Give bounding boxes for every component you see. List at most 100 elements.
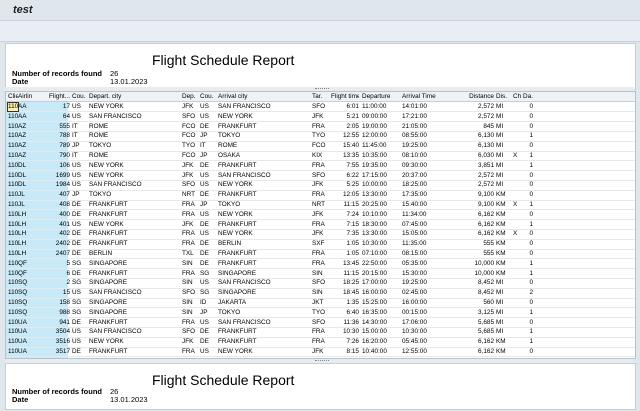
cell-depart-city[interactable]: ROME (89, 123, 181, 131)
cell-arrival-city[interactable]: FRANKFURT (218, 221, 310, 229)
cell-dist-unit[interactable]: MI (496, 113, 513, 121)
cell-arrival-city[interactable]: FRANKFURT (218, 338, 310, 346)
cell-flight-time[interactable]: 10:30 (331, 328, 359, 336)
cell-charter[interactable]: X (513, 230, 521, 238)
cell-dep-airport[interactable]: FRA (182, 270, 200, 278)
cell-depart-city[interactable]: SINGAPORE (89, 309, 181, 317)
cell-depart-city[interactable]: BERLIN (89, 250, 181, 258)
cell-country-from[interactable]: IT (72, 123, 85, 131)
cell-dep-airport[interactable]: JFK (182, 103, 200, 111)
cell-departure[interactable]: 11:45:00 (362, 142, 400, 150)
cell-country-to[interactable]: US (200, 113, 217, 121)
cell-flight-time[interactable]: 12:55 (331, 132, 359, 140)
cell-flight-time[interactable]: 7:24 (331, 211, 359, 219)
cell-country-from[interactable]: DE (72, 230, 85, 238)
cell-client[interactable]: 110 (8, 250, 18, 258)
cell-flight-no[interactable]: 790 (33, 152, 70, 160)
cell-flight-no[interactable]: 3516 (33, 338, 70, 346)
cell-flight-time[interactable]: 8:15 (331, 348, 359, 356)
cell-country-to[interactable]: US (200, 319, 217, 327)
cell-depart-city[interactable]: SAN FRANCISCO (89, 289, 181, 297)
col-header-client[interactable]: Client (8, 93, 18, 100)
cell-client[interactable]: 110 (8, 240, 18, 248)
cell-flight-time[interactable]: 7:35 (331, 230, 359, 238)
cell-distance[interactable]: 9,100 (446, 201, 494, 209)
cell-country-to[interactable]: DE (200, 240, 217, 248)
cell-flight-time[interactable]: 7:26 (331, 338, 359, 346)
cell-client[interactable]: 110 (8, 230, 18, 238)
cell-departure[interactable]: 16:20:00 (362, 338, 400, 346)
cell-distance[interactable]: 2,572 (446, 172, 494, 180)
cell-client[interactable]: 110 (8, 132, 18, 140)
cell-arr-airport[interactable]: JFK (312, 211, 329, 219)
cell-dist-unit[interactable]: MI (496, 309, 513, 317)
cell-flight-time[interactable]: 2:05 (331, 123, 359, 131)
cell-distance[interactable]: 6,162 (446, 221, 494, 229)
cell-flight-time[interactable]: 6:22 (331, 172, 359, 180)
cell-day-offset[interactable]: 0 (521, 230, 533, 238)
cell-dep-airport[interactable]: SIN (182, 309, 200, 317)
cell-departure[interactable]: 19:35:00 (362, 162, 400, 170)
cell-arrival-city[interactable]: SINGAPORE (218, 289, 310, 297)
cell-departure[interactable]: 13:30:00 (362, 191, 400, 199)
cell-day-offset[interactable]: 0 (521, 191, 533, 199)
cell-airline[interactable]: QF (18, 270, 32, 278)
table-row[interactable]: 110 UA 3517 DE FRANKFURT FRA US NEW YORK JFK 8:15… (6, 347, 635, 358)
cell-dist-unit[interactable]: MI (496, 319, 513, 327)
cell-client[interactable]: 110 (7, 102, 19, 112)
cell-day-offset[interactable]: 1 (521, 132, 533, 140)
cell-day-offset[interactable]: 1 (521, 162, 533, 170)
cell-flight-time[interactable]: 1:05 (331, 240, 359, 248)
cell-country-to[interactable]: US (200, 230, 217, 238)
cell-client[interactable]: 110 (8, 348, 18, 356)
cell-day-offset[interactable]: 0 (521, 211, 533, 219)
cell-arrival-time[interactable]: 08:10:00 (402, 152, 444, 160)
cell-airline[interactable]: AA (18, 103, 32, 111)
cell-distance[interactable]: 3,851 (446, 162, 494, 170)
cell-distance[interactable]: 6,162 (446, 338, 494, 346)
cell-distance[interactable]: 555 (446, 240, 494, 248)
cell-dist-unit[interactable]: MI (496, 132, 513, 140)
cell-flight-time[interactable]: 5:25 (331, 181, 359, 189)
cell-client[interactable]: 110 (8, 338, 18, 346)
col-header-depart-city[interactable]: Depart. city (89, 93, 181, 100)
cell-flight-time[interactable]: 13:45 (331, 260, 359, 268)
cell-dep-airport[interactable]: FRA (182, 230, 200, 238)
cell-day-offset[interactable]: 1 (521, 260, 533, 268)
cell-dep-airport[interactable]: TYO (182, 142, 200, 150)
cell-day-offset[interactable]: 0 (521, 250, 533, 258)
col-header-departure[interactable]: Departure (362, 93, 400, 100)
cell-distance[interactable]: 2,572 (446, 113, 494, 121)
cell-depart-city[interactable]: FRANKFURT (89, 230, 181, 238)
cell-airline[interactable]: SQ (18, 299, 32, 307)
cell-dist-unit[interactable]: KM (496, 211, 513, 219)
cell-flight-time[interactable]: 5:21 (331, 113, 359, 121)
cell-country-from[interactable]: DE (72, 201, 85, 209)
cell-client[interactable]: 110 (8, 289, 18, 297)
col-header-flight-time[interactable]: Flight time (331, 93, 359, 100)
cell-distance[interactable]: 555 (446, 250, 494, 258)
cell-depart-city[interactable]: FRANKFURT (89, 319, 181, 327)
cell-arrival-time[interactable]: 20:37:00 (402, 172, 444, 180)
cell-arr-airport[interactable]: SFO (312, 319, 329, 327)
cell-depart-city[interactable]: TOKYO (89, 191, 181, 199)
cell-client[interactable]: 110 (8, 123, 18, 131)
cell-departure[interactable]: 15:00:00 (362, 328, 400, 336)
cell-distance[interactable]: 3,125 (446, 309, 494, 317)
cell-departure[interactable]: 10:10:00 (362, 211, 400, 219)
cell-flight-no[interactable]: 1984 (33, 181, 70, 189)
cell-country-from[interactable]: US (72, 338, 85, 346)
cell-charter[interactable]: X (513, 201, 521, 209)
cell-country-from[interactable]: IT (72, 152, 85, 160)
cell-arrival-time[interactable]: 21:05:00 (402, 123, 444, 131)
cell-departure[interactable]: 17:15:00 (362, 172, 400, 180)
cell-departure[interactable]: 20:15:00 (362, 270, 400, 278)
cell-flight-no[interactable]: 408 (33, 201, 70, 209)
cell-distance[interactable]: 845 (446, 123, 494, 131)
cell-arrival-city[interactable]: FRANKFURT (218, 162, 310, 170)
cell-airline[interactable]: SQ (18, 289, 32, 297)
cell-airline[interactable]: AZ (18, 132, 32, 140)
cell-country-to[interactable]: US (200, 172, 217, 180)
cell-country-to[interactable]: ID (200, 299, 217, 307)
cell-depart-city[interactable]: ROME (89, 152, 181, 160)
